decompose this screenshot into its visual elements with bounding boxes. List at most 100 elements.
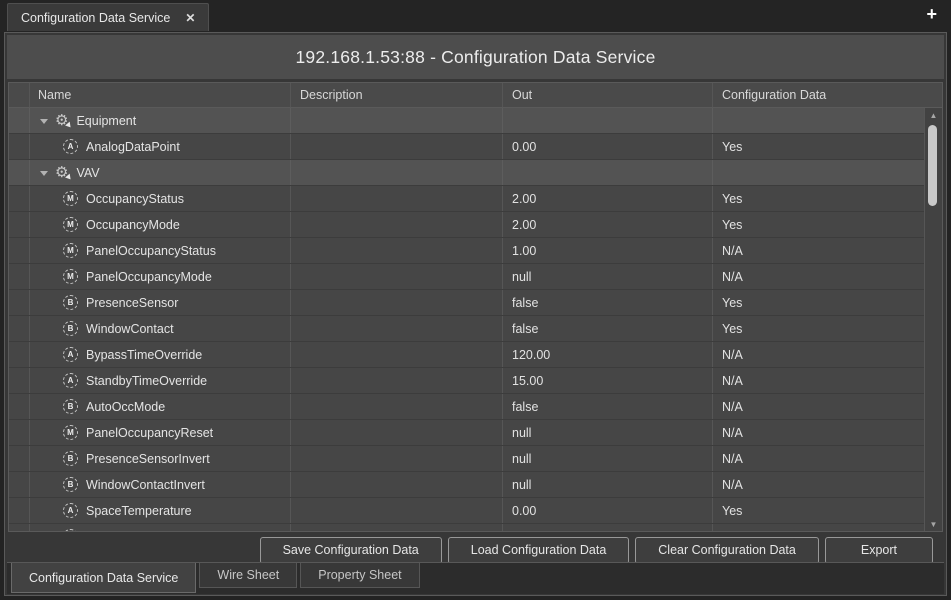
cell-name: ⚙ B PresenceSensor (29, 290, 290, 315)
header-gutter (9, 83, 29, 107)
cell-description (290, 264, 502, 289)
point-icon: A (63, 347, 78, 362)
table-row-equipment[interactable]: ⚙ Equipment (9, 108, 924, 134)
table-row-standbytimeoverride[interactable]: ⚙ A StandbyTimeOverride 15.00 N/A (9, 368, 924, 394)
scroll-thumb[interactable] (928, 125, 937, 206)
cell-configuration-data: N/A (712, 238, 924, 263)
cell-description (290, 212, 502, 237)
row-gutter (9, 264, 29, 289)
point-icon-letter: A (68, 143, 74, 151)
tab-configuration-data-service[interactable]: Configuration Data Service ✕ (7, 3, 209, 31)
cell-configuration-data: N/A (712, 264, 924, 289)
point-icon-letter: A (68, 507, 74, 515)
cell-description (290, 524, 502, 532)
bottom-tab-configuration-data-service[interactable]: Configuration Data Service (11, 563, 196, 593)
point-icon: A (63, 529, 78, 532)
cell-out (502, 108, 712, 133)
table-row-windowcontactinvert[interactable]: ⚙ B WindowContactInvert null N/A (9, 472, 924, 498)
page-title: 192.168.1.53:88 - Configuration Data Ser… (296, 47, 656, 68)
load-configuration-data-button[interactable]: Load Configuration Data (448, 537, 630, 564)
cell-configuration-data: Yes (712, 316, 924, 341)
save-configuration-data-button[interactable]: Save Configuration Data (260, 537, 442, 564)
scroll-up-button[interactable]: ▲ (925, 110, 942, 122)
point-icon: B (63, 399, 78, 414)
clear-configuration-data-button[interactable]: Clear Configuration Data (635, 537, 819, 564)
cell-description (290, 316, 502, 341)
cell-name: ⚙ VAV (29, 160, 290, 185)
bottom-tab-label: Property Sheet (318, 568, 401, 582)
cell-description (290, 160, 502, 185)
row-label: OccupancyStatus (86, 192, 184, 206)
header-band: 192.168.1.53:88 - Configuration Data Ser… (7, 35, 944, 79)
table-row-analogdatapoint[interactable]: ⚙ A AnalogDataPoint 0.00 Yes (9, 134, 924, 160)
expander-icon[interactable] (40, 171, 48, 176)
table-row-spacetemperature[interactable]: ⚙ A SpaceTemperature 0.00 Yes (9, 498, 924, 524)
cell-description (290, 290, 502, 315)
row-gutter (9, 498, 29, 523)
scroll-down-button[interactable]: ▼ (925, 519, 942, 531)
cell-configuration-data: Yes (712, 186, 924, 211)
cell-description (290, 472, 502, 497)
row-label: VAV (76, 166, 99, 180)
cell-name: ⚙ B AutoOccMode (29, 394, 290, 419)
bottom-tab-bar: Configuration Data Service Wire Sheet Prop… (7, 562, 944, 594)
table-row-presencesensorinvert[interactable]: ⚙ B PresenceSensorInvert null N/A (9, 446, 924, 472)
cell-out: 0.00 (502, 134, 712, 159)
cell-configuration-data: N/A (712, 446, 924, 471)
point-icon: B (63, 477, 78, 492)
column-header-name[interactable]: Name (29, 83, 290, 107)
table-row-occupancystatus[interactable]: ⚙ M OccupancyStatus 2.00 Yes (9, 186, 924, 212)
top-tab-bar: Configuration Data Service ✕ + (0, 0, 951, 32)
point-icon-letter: B (68, 403, 74, 411)
cell-out: 2.00 (502, 186, 712, 211)
cell-name: ⚙ M PanelOccupancyMode (29, 264, 290, 289)
cell-out: 120.00 (502, 342, 712, 367)
expander-icon[interactable] (40, 119, 48, 124)
button-label: Save Configuration Data (283, 543, 419, 557)
point-icon: B (63, 321, 78, 336)
row-gutter (9, 368, 29, 393)
cell-name: ⚙ A SpaceTemperature (29, 498, 290, 523)
bottom-tab-label: Configuration Data Service (29, 571, 178, 585)
table-row-paneloccupancyreset[interactable]: ⚙ M PanelOccupancyReset null N/A (9, 420, 924, 446)
bottom-tab-wire-sheet[interactable]: Wire Sheet (199, 563, 297, 588)
table-row-autooccmode[interactable]: ⚙ B AutoOccMode false N/A (9, 394, 924, 420)
table-row-paneloccupancystatus[interactable]: ⚙ M PanelOccupancyStatus 1.00 N/A (9, 238, 924, 264)
row-gutter (9, 420, 29, 445)
cell-description (290, 108, 502, 133)
table-row-occupancymode[interactable]: ⚙ M OccupancyMode 2.00 Yes (9, 212, 924, 238)
row-label: WindowContactInvert (86, 478, 205, 492)
cell-configuration-data: Yes (712, 134, 924, 159)
cell-out: 15.00 (502, 368, 712, 393)
point-icon-letter: B (68, 325, 74, 333)
point-icon-letter: M (67, 221, 74, 229)
cell-name: ⚙ B PresenceSensorInvert (29, 446, 290, 471)
table-row-windowcontact[interactable]: ⚙ B WindowContact false Yes (9, 316, 924, 342)
vertical-scrollbar[interactable]: ▲ ▼ (924, 108, 942, 532)
column-header-out[interactable]: Out (502, 83, 712, 107)
row-label: SpaceTemperature (86, 504, 192, 518)
configuration-data-table: Name Description Out Configuration Data … (8, 82, 943, 532)
row-label: Equipment (76, 114, 136, 128)
bottom-tab-property-sheet[interactable]: Property Sheet (300, 563, 419, 588)
new-tab-button[interactable]: + (926, 5, 937, 23)
point-icon: B (63, 295, 78, 310)
table-row-paneloccupancymode[interactable]: ⚙ M PanelOccupancyMode null N/A (9, 264, 924, 290)
column-header-configuration-data[interactable]: Configuration Data (712, 83, 942, 107)
export-button[interactable]: Export (825, 537, 933, 564)
point-icon-letter: B (68, 481, 74, 489)
cell-out: 1.00 (502, 238, 712, 263)
table-row-vav[interactable]: ⚙ VAV (9, 160, 924, 186)
table-row-bypasstimeoverride[interactable]: ⚙ A BypassTimeOverride 120.00 N/A (9, 342, 924, 368)
close-icon[interactable]: ✕ (185, 12, 195, 24)
cell-configuration-data (712, 160, 924, 185)
column-header-description[interactable]: Description (290, 83, 502, 107)
row-label: BypassTimeOverride (86, 348, 202, 362)
row-gutter (9, 212, 29, 237)
cell-name: ⚙ A NetTemperature (29, 524, 290, 532)
tab-label: Configuration Data Service (21, 11, 170, 25)
button-label: Load Configuration Data (471, 543, 607, 557)
table-row-nettemperature[interactable]: ⚙ A NetTemperature -327.00 N/A (9, 524, 924, 532)
table-row-presencesensor[interactable]: ⚙ B PresenceSensor false Yes (9, 290, 924, 316)
cell-name: ⚙ B WindowContactInvert (29, 472, 290, 497)
